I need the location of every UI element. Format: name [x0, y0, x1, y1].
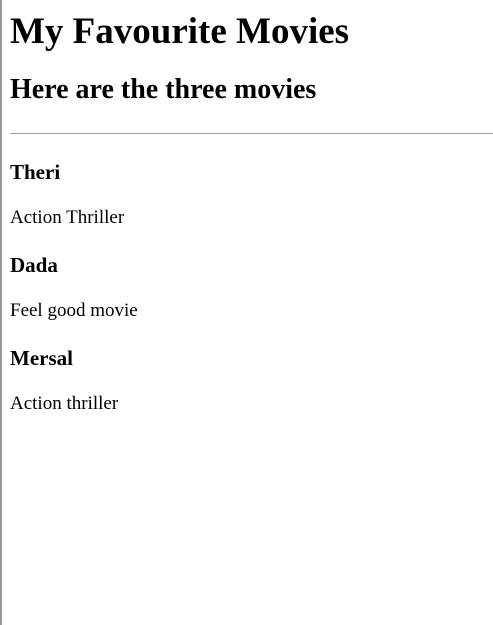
movie-title: Dada	[10, 253, 58, 277]
movie-item: Theri Action Thriller	[10, 160, 493, 229]
page-title: My Favourite Movies	[10, 11, 350, 52]
movie-item: Dada Feel good movie	[10, 253, 493, 322]
page-subtitle: Here are the three movies	[10, 74, 317, 105]
movie-description: Action thriller	[10, 393, 119, 414]
movie-item: Mersal Action thriller	[10, 346, 493, 415]
horizontal-divider	[10, 133, 493, 134]
movie-description: Action Thriller	[10, 207, 125, 228]
window-left-border	[0, 0, 2, 625]
movie-description: Feel good movie	[10, 300, 138, 321]
movie-title: Theri	[10, 160, 61, 184]
movie-title: Mersal	[10, 346, 73, 370]
page-content: My Favourite Movies Here are the three m…	[10, 0, 493, 415]
